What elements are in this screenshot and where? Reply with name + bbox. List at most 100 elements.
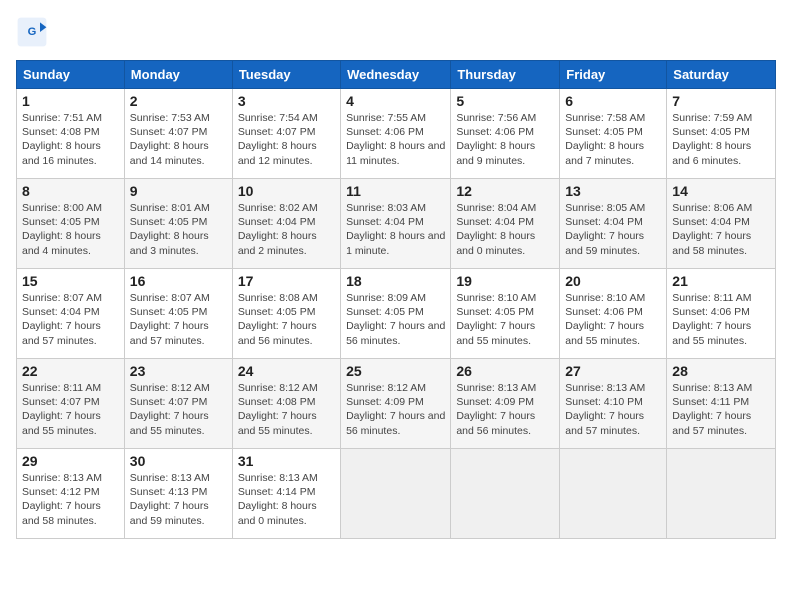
day-info: Sunrise: 8:06 AM Sunset: 4:04 PM Dayligh… — [672, 201, 770, 258]
calendar-cell: 12 Sunrise: 8:04 AM Sunset: 4:04 PM Dayli… — [451, 179, 560, 269]
day-info: Sunrise: 8:11 AM Sunset: 4:07 PM Dayligh… — [22, 381, 119, 438]
calendar-cell: 21 Sunrise: 8:11 AM Sunset: 4:06 PM Dayli… — [667, 269, 776, 359]
calendar-header: SundayMondayTuesdayWednesdayThursdayFrid… — [17, 61, 776, 89]
calendar-cell: 19Sunrise: 8:10 AM Sunset: 4:05 PM Dayli… — [451, 269, 560, 359]
day-info: Sunrise: 8:09 AM Sunset: 4:05 PM Dayligh… — [346, 291, 445, 348]
calendar-cell — [451, 449, 560, 539]
day-number: 25 — [346, 363, 445, 379]
day-number: 5 — [456, 93, 554, 109]
day-info: Sunrise: 8:12 AM Sunset: 4:09 PM Dayligh… — [346, 381, 445, 438]
day-number: 6 — [565, 93, 661, 109]
calendar-cell: 14 Sunrise: 8:06 AM Sunset: 4:04 PM Dayli… — [667, 179, 776, 269]
calendar-body: 1 Sunrise: 7:51 AM Sunset: 4:08 PM Daylig… — [17, 89, 776, 539]
calendar-cell: 4 Sunrise: 7:55 AM Sunset: 4:06 PM Daylig… — [341, 89, 451, 179]
day-number: 22 — [22, 363, 119, 379]
day-number: 17 — [238, 273, 335, 289]
day-info: Sunrise: 8:13 AM Sunset: 4:14 PM Dayligh… — [238, 471, 335, 528]
day-number: 2 — [130, 93, 227, 109]
day-number: 26 — [456, 363, 554, 379]
calendar-cell — [341, 449, 451, 539]
calendar-cell — [667, 449, 776, 539]
day-number: 16 — [130, 273, 227, 289]
day-info: Sunrise: 7:59 AM Sunset: 4:05 PM Dayligh… — [672, 111, 770, 168]
day-number: 11 — [346, 183, 445, 199]
calendar-cell: 3Sunrise: 7:54 AM Sunset: 4:07 PM Daylig… — [232, 89, 340, 179]
page-header: G — [16, 16, 776, 48]
day-info: Sunrise: 8:12 AM Sunset: 4:07 PM Dayligh… — [130, 381, 227, 438]
day-info: Sunrise: 8:13 AM Sunset: 4:10 PM Dayligh… — [565, 381, 661, 438]
calendar-cell: 7 Sunrise: 7:59 AM Sunset: 4:05 PM Daylig… — [667, 89, 776, 179]
day-number: 29 — [22, 453, 119, 469]
weekday-header-monday: Monday — [124, 61, 232, 89]
calendar-week-row: 15Sunrise: 8:07 AM Sunset: 4:04 PM Dayli… — [17, 269, 776, 359]
calendar-cell: 6 Sunrise: 7:58 AM Sunset: 4:05 PM Daylig… — [560, 89, 667, 179]
day-info: Sunrise: 7:55 AM Sunset: 4:06 PM Dayligh… — [346, 111, 445, 168]
calendar-cell: 2 Sunrise: 7:53 AM Sunset: 4:07 PM Daylig… — [124, 89, 232, 179]
day-number: 28 — [672, 363, 770, 379]
day-info: Sunrise: 8:04 AM Sunset: 4:04 PM Dayligh… — [456, 201, 554, 258]
calendar-cell: 27Sunrise: 8:13 AM Sunset: 4:10 PM Dayli… — [560, 359, 667, 449]
day-number: 31 — [238, 453, 335, 469]
calendar-cell: 22 Sunrise: 8:11 AM Sunset: 4:07 PM Dayli… — [17, 359, 125, 449]
day-info: Sunrise: 7:58 AM Sunset: 4:05 PM Dayligh… — [565, 111, 661, 168]
day-number: 19 — [456, 273, 554, 289]
logo-icon: G — [16, 16, 48, 48]
day-info: Sunrise: 8:08 AM Sunset: 4:05 PM Dayligh… — [238, 291, 335, 348]
day-number: 24 — [238, 363, 335, 379]
calendar-cell: 18 Sunrise: 8:09 AM Sunset: 4:05 PM Dayli… — [341, 269, 451, 359]
calendar-cell: 31 Sunrise: 8:13 AM Sunset: 4:14 PM Dayli… — [232, 449, 340, 539]
day-info: Sunrise: 8:13 AM Sunset: 4:12 PM Dayligh… — [22, 471, 119, 528]
day-number: 21 — [672, 273, 770, 289]
day-number: 18 — [346, 273, 445, 289]
day-info: Sunrise: 8:13 AM Sunset: 4:11 PM Dayligh… — [672, 381, 770, 438]
calendar-cell: 26Sunrise: 8:13 AM Sunset: 4:09 PM Dayli… — [451, 359, 560, 449]
day-info: Sunrise: 8:12 AM Sunset: 4:08 PM Dayligh… — [238, 381, 335, 438]
calendar-cell: 1 Sunrise: 7:51 AM Sunset: 4:08 PM Daylig… — [17, 89, 125, 179]
calendar-cell: 11Sunrise: 8:03 AM Sunset: 4:04 PM Dayli… — [341, 179, 451, 269]
day-info: Sunrise: 7:56 AM Sunset: 4:06 PM Dayligh… — [456, 111, 554, 168]
calendar-week-row: 1 Sunrise: 7:51 AM Sunset: 4:08 PM Daylig… — [17, 89, 776, 179]
day-info: Sunrise: 8:02 AM Sunset: 4:04 PM Dayligh… — [238, 201, 335, 258]
day-info: Sunrise: 8:05 AM Sunset: 4:04 PM Dayligh… — [565, 201, 661, 258]
calendar-cell: 9 Sunrise: 8:01 AM Sunset: 4:05 PM Daylig… — [124, 179, 232, 269]
calendar-cell: 25 Sunrise: 8:12 AM Sunset: 4:09 PM Dayli… — [341, 359, 451, 449]
calendar-week-row: 8Sunrise: 8:00 AM Sunset: 4:05 PM Daylig… — [17, 179, 776, 269]
day-number: 30 — [130, 453, 227, 469]
day-number: 7 — [672, 93, 770, 109]
calendar-cell: 20Sunrise: 8:10 AM Sunset: 4:06 PM Dayli… — [560, 269, 667, 359]
day-number: 12 — [456, 183, 554, 199]
day-info: Sunrise: 8:13 AM Sunset: 4:13 PM Dayligh… — [130, 471, 227, 528]
day-number: 4 — [346, 93, 445, 109]
calendar-cell: 23 Sunrise: 8:12 AM Sunset: 4:07 PM Dayli… — [124, 359, 232, 449]
day-number: 8 — [22, 183, 119, 199]
weekday-header-thursday: Thursday — [451, 61, 560, 89]
day-number: 23 — [130, 363, 227, 379]
day-info: Sunrise: 8:01 AM Sunset: 4:05 PM Dayligh… — [130, 201, 227, 258]
day-info: Sunrise: 8:11 AM Sunset: 4:06 PM Dayligh… — [672, 291, 770, 348]
calendar-cell: 29 Sunrise: 8:13 AM Sunset: 4:12 PM Dayli… — [17, 449, 125, 539]
day-info: Sunrise: 7:54 AM Sunset: 4:07 PM Dayligh… — [238, 111, 335, 168]
day-info: Sunrise: 8:07 AM Sunset: 4:05 PM Dayligh… — [130, 291, 227, 348]
calendar-cell: 30 Sunrise: 8:13 AM Sunset: 4:13 PM Dayli… — [124, 449, 232, 539]
weekday-header-wednesday: Wednesday — [341, 61, 451, 89]
calendar-cell: 16 Sunrise: 8:07 AM Sunset: 4:05 PM Dayli… — [124, 269, 232, 359]
day-number: 1 — [22, 93, 119, 109]
day-number: 10 — [238, 183, 335, 199]
calendar-cell: 24 Sunrise: 8:12 AM Sunset: 4:08 PM Dayli… — [232, 359, 340, 449]
calendar-cell: 28 Sunrise: 8:13 AM Sunset: 4:11 PM Dayli… — [667, 359, 776, 449]
weekday-header-tuesday: Tuesday — [232, 61, 340, 89]
day-info: Sunrise: 7:53 AM Sunset: 4:07 PM Dayligh… — [130, 111, 227, 168]
calendar-cell: 8Sunrise: 8:00 AM Sunset: 4:05 PM Daylig… — [17, 179, 125, 269]
calendar-cell: 13 Sunrise: 8:05 AM Sunset: 4:04 PM Dayli… — [560, 179, 667, 269]
day-info: Sunrise: 8:10 AM Sunset: 4:06 PM Dayligh… — [565, 291, 661, 348]
day-number: 13 — [565, 183, 661, 199]
weekday-header-friday: Friday — [560, 61, 667, 89]
weekday-header-sunday: Sunday — [17, 61, 125, 89]
day-number: 9 — [130, 183, 227, 199]
calendar-cell — [560, 449, 667, 539]
day-number: 14 — [672, 183, 770, 199]
calendar-cell: 17 Sunrise: 8:08 AM Sunset: 4:05 PM Dayli… — [232, 269, 340, 359]
calendar-cell: 10 Sunrise: 8:02 AM Sunset: 4:04 PM Dayli… — [232, 179, 340, 269]
calendar-table: SundayMondayTuesdayWednesdayThursdayFrid… — [16, 60, 776, 539]
day-info: Sunrise: 7:51 AM Sunset: 4:08 PM Dayligh… — [22, 111, 119, 168]
